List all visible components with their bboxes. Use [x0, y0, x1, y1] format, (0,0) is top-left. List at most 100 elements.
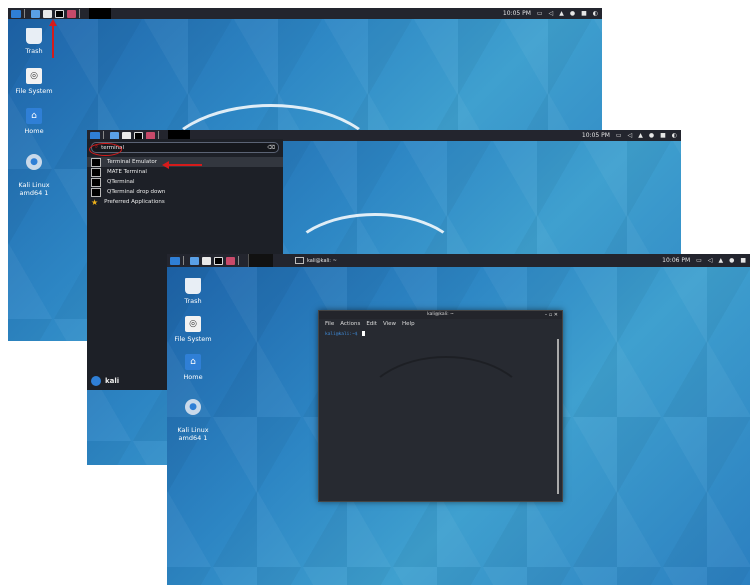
system-tray: 10:05 PM ▭ ◁ ▲ ● ■ ◐ — [582, 130, 677, 141]
panel-separator — [238, 256, 239, 265]
menu-result-preferred-applications[interactable]: ★ Preferred Applications — [87, 197, 283, 207]
browser-icon[interactable] — [226, 256, 235, 265]
close-icon[interactable]: ✕ — [554, 312, 558, 318]
top-panel: 10:05 PM ▭ ◁ ▲ ● ■ ◐ — [8, 8, 602, 19]
kali-menu-icon[interactable] — [11, 9, 21, 18]
lock-icon[interactable]: ■ — [581, 10, 587, 17]
terminal-icon[interactable] — [214, 256, 223, 265]
network-icon[interactable]: ● — [649, 132, 654, 139]
annotation-arrowhead — [49, 19, 57, 26]
notification-icon[interactable]: ▲ — [718, 257, 723, 264]
screenshot-3: kali@kali: ~ 10:06 PM ▭ ◁ ▲ ● ■ Trash ◎ … — [167, 254, 750, 585]
desktop-icon-trash[interactable]: Trash — [167, 278, 221, 305]
drive-icon: ◎ — [26, 68, 42, 84]
terminal-app-icon — [91, 177, 101, 187]
top-panel: kali@kali: ~ 10:06 PM ▭ ◁ ▲ ● ■ — [167, 254, 750, 267]
terminal-scrollbar[interactable] — [557, 339, 559, 494]
lock-icon[interactable]: ■ — [660, 132, 666, 139]
desktop-icon-home[interactable]: ⌂ Home — [8, 108, 62, 135]
terminal-app-icon — [91, 167, 101, 177]
annotation-arrowhead — [162, 161, 169, 169]
annotation-arrow — [52, 24, 54, 58]
desktop-icon-label: File System — [15, 87, 53, 95]
terminal-window[interactable]: kali@kali: ~ – ▫ ✕ File Actions Edit Vie… — [318, 310, 563, 502]
kali-logo-icon — [91, 376, 101, 386]
display-icon[interactable]: ▭ — [696, 257, 702, 264]
trash-icon — [185, 278, 201, 294]
menu-result-qterminal-drop-down[interactable]: QTerminal drop down — [87, 187, 283, 197]
prompt-text: kali@kali:~$ — [325, 332, 358, 337]
menu-edit[interactable]: Edit — [366, 321, 377, 327]
terminal-prompt[interactable]: kali@kali:~$ — [319, 331, 562, 337]
menu-file[interactable]: File — [325, 321, 334, 327]
desktop-icon-label: Home — [24, 127, 44, 135]
menu-actions[interactable]: Actions — [340, 321, 360, 327]
taskbar-window-button[interactable]: kali@kali: ~ — [295, 257, 337, 264]
desktop-icon-kali-disc[interactable]: ● Kali Linux amd64 1 — [167, 391, 221, 442]
panel-separator — [24, 9, 25, 18]
workspace-block[interactable] — [248, 254, 273, 267]
file-manager-icon[interactable] — [202, 256, 211, 265]
menu-help[interactable]: Help — [402, 321, 415, 327]
display-icon[interactable]: ▭ — [537, 10, 543, 17]
clock[interactable]: 10:05 PM — [503, 10, 531, 17]
terminal-titlebar[interactable]: kali@kali: ~ – ▫ ✕ — [319, 311, 562, 319]
desktop-icon-label: File System — [174, 335, 212, 343]
terminal-dragon-watermark — [359, 356, 533, 470]
browser-icon[interactable] — [67, 9, 76, 18]
menu-result-mate-terminal[interactable]: MATE Terminal — [87, 167, 283, 177]
menu-result-label: QTerminal drop down — [107, 189, 166, 195]
volume-icon[interactable]: ◁ — [708, 257, 713, 264]
terminal-menubar: File Actions Edit View Help — [319, 319, 562, 328]
lock-icon[interactable]: ■ — [740, 257, 746, 264]
maximize-icon[interactable]: ▫ — [549, 312, 552, 318]
clock[interactable]: 10:05 PM — [582, 132, 610, 139]
desktop-icon-kali-disc[interactable]: ● Kali Linux amd64 1 — [8, 146, 62, 197]
desktop-icon-label: Kali Linux amd64 1 — [18, 181, 50, 197]
disc-icon: ● — [26, 154, 42, 170]
annotation-arrow — [168, 164, 202, 166]
notification-icon[interactable]: ▲ — [559, 10, 564, 17]
menu-result-label: QTerminal — [107, 179, 135, 185]
menu-view[interactable]: View — [383, 321, 396, 327]
kali-menu-icon[interactable] — [170, 256, 180, 265]
window-controls: – ▫ ✕ — [545, 311, 558, 319]
volume-icon[interactable]: ◁ — [628, 132, 633, 139]
terminal-icon[interactable] — [55, 9, 64, 18]
trash-icon — [26, 28, 42, 44]
terminal-title: kali@kali: ~ — [427, 312, 454, 317]
desktop-icon-file-system[interactable]: ◎ File System — [8, 68, 62, 95]
desktop-icon-label: Trash — [25, 47, 43, 55]
display-icon[interactable]: ▭ — [616, 132, 622, 139]
terminal-window-icon — [295, 257, 304, 264]
volume-icon[interactable]: ◁ — [549, 10, 554, 17]
menu-result-qterminal[interactable]: QTerminal — [87, 177, 283, 187]
system-tray: 10:05 PM ▭ ◁ ▲ ● ■ ◐ — [503, 8, 598, 19]
home-folder-icon: ⌂ — [26, 108, 42, 124]
desktop-icon-file-system[interactable]: ◎ File System — [167, 316, 221, 343]
clear-search-icon[interactable]: ⌫ — [267, 145, 275, 151]
desktop-icon-home[interactable]: ⌂ Home — [167, 354, 221, 381]
network-icon[interactable]: ● — [729, 257, 734, 264]
desktop-icon-label: Trash — [184, 297, 202, 305]
desktop-icon-label: Home — [183, 373, 203, 381]
show-desktop-icon[interactable] — [190, 256, 199, 265]
notification-icon[interactable]: ▲ — [638, 132, 643, 139]
terminal-app-icon — [91, 157, 101, 167]
network-icon[interactable]: ● — [570, 10, 575, 17]
power-icon[interactable]: ◐ — [672, 132, 677, 139]
show-desktop-icon[interactable] — [31, 9, 40, 18]
star-icon: ★ — [91, 197, 99, 207]
file-manager-icon[interactable] — [43, 9, 52, 18]
panel-separator — [183, 256, 184, 265]
clock[interactable]: 10:06 PM — [662, 257, 690, 264]
power-icon[interactable]: ◐ — [593, 10, 598, 17]
desktop-icon-label: Kali Linux amd64 1 — [177, 426, 209, 442]
menu-result-label: MATE Terminal — [107, 169, 147, 175]
minimize-icon[interactable]: – — [545, 312, 548, 318]
menu-user[interactable]: kali — [91, 376, 119, 386]
cursor — [362, 331, 366, 336]
panel-separator — [79, 9, 80, 18]
workspace-block[interactable] — [89, 8, 111, 19]
system-tray: 10:06 PM ▭ ◁ ▲ ● ■ — [662, 254, 746, 267]
